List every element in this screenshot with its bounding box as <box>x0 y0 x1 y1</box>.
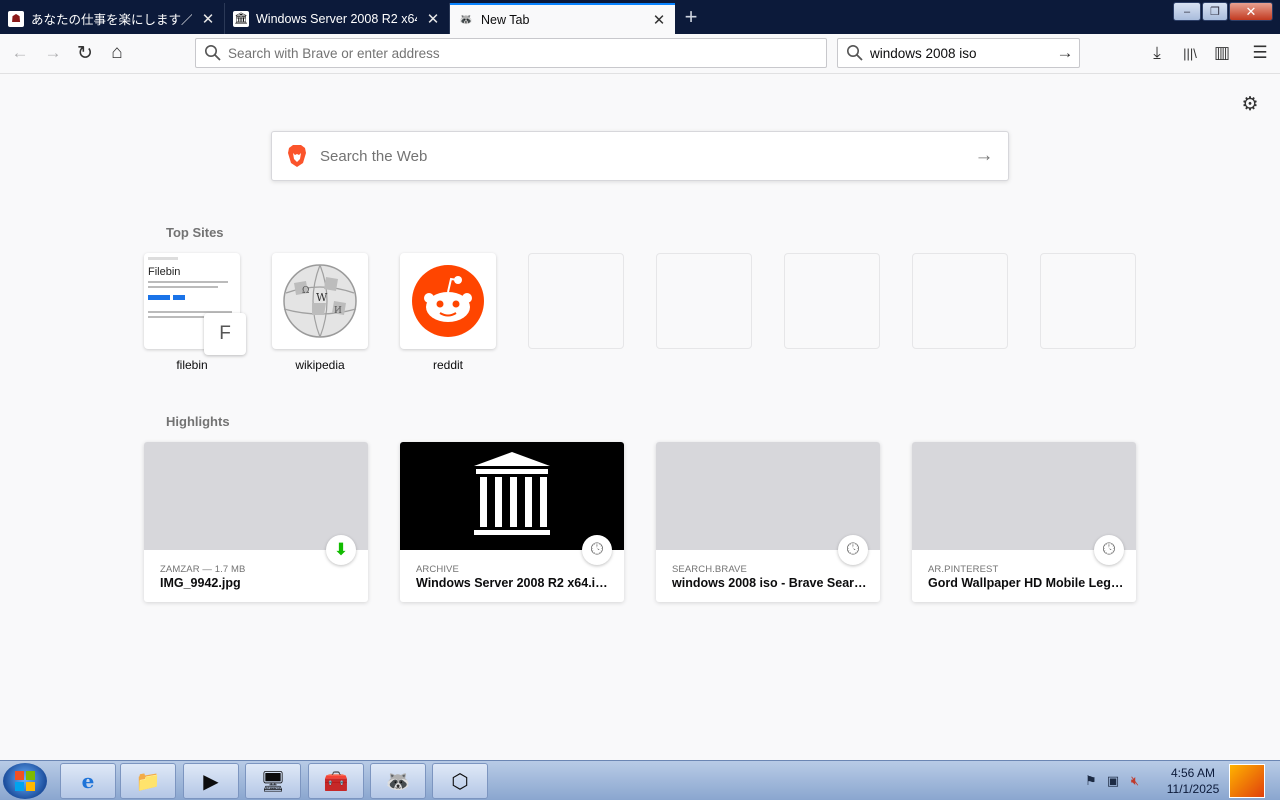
filebin-preview-title: Filebin <box>148 266 181 278</box>
search-icon <box>847 45 863 61</box>
show-desktop-button[interactable] <box>1229 764 1265 798</box>
windows-logo-icon <box>15 771 35 791</box>
clock-icon[interactable]: 🕓︎ <box>582 535 612 565</box>
tab-title: New Tab <box>481 12 530 27</box>
svg-text:W: W <box>316 291 328 304</box>
new-tab-button[interactable]: + <box>678 4 704 30</box>
web-search-box[interactable]: → <box>271 131 1009 181</box>
filebin-favicon-icon: ☗ <box>8 10 24 27</box>
web-search-input[interactable] <box>320 147 960 165</box>
top-site-empty[interactable] <box>784 253 880 349</box>
close-tab-icon[interactable]: ✕ <box>425 11 441 28</box>
tab-strip: ☗ あなたの仕事を楽にします／S ✕ 🏛 Windows Server 2008… <box>0 0 1280 34</box>
file-explorer-icon[interactable]: 📁 <box>120 763 176 799</box>
sidebar-button[interactable]: ▥ <box>1207 38 1237 68</box>
highlight-card[interactable]: 🕓︎ AR.PINTEREST Gord Wallpaper HD Mobile… <box>912 442 1136 602</box>
search-icon <box>205 45 221 61</box>
top-site-empty[interactable] <box>656 253 752 349</box>
clock-icon[interactable]: 🕓︎ <box>1094 535 1124 565</box>
tab-new-tab[interactable]: 🦝 New Tab ✕ <box>450 3 675 34</box>
downloads-button[interactable]: ⤓ <box>1142 38 1172 68</box>
close-window-button[interactable]: ✕ <box>1229 2 1273 21</box>
tab-title: あなたの仕事を楽にします／S <box>31 13 192 27</box>
tab-archive[interactable]: 🏛 Windows Server 2008 R2 x64.iso ✕ <box>225 3 450 34</box>
home-button[interactable]: ⌂ <box>102 38 132 68</box>
wikipedia-globe-icon: W Ω И <box>283 264 357 338</box>
top-site-label: filebin <box>176 358 208 372</box>
highlight-title: windows 2008 iso - Brave Search <box>672 576 868 590</box>
top-site-label: reddit <box>432 358 464 372</box>
forward-button[interactable]: → <box>38 38 68 68</box>
system-tray: ⚑ ▣ 🔇︎ <box>1080 761 1146 800</box>
highlight-title: Windows Server 2008 R2 x64.is... <box>416 576 612 590</box>
minimize-button[interactable]: – <box>1173 2 1201 21</box>
top-site-empty[interactable] <box>528 253 624 349</box>
windows-taskbar: e 📁 ▶ 🖥 🧰 🦝 ⬡ ⚑ ▣ 🔇︎ 4:56 AM 11/1/2025 <box>0 760 1280 800</box>
download-icon[interactable]: ⬇ <box>326 535 356 565</box>
network-icon[interactable]: ▣ <box>1102 773 1124 789</box>
highlight-title: Gord Wallpaper HD Mobile Lege... <box>928 576 1124 590</box>
tab-title: Windows Server 2008 R2 x64.iso <box>256 11 417 26</box>
highlight-thumbnail <box>912 442 1136 550</box>
highlight-source: ARCHIVE <box>416 564 459 575</box>
virtualbox-icon[interactable]: ⬡ <box>432 763 488 799</box>
reload-button[interactable]: ↻ <box>70 38 100 68</box>
clock-date: 11/1/2025 <box>1166 782 1220 796</box>
search-go-arrow-icon[interactable]: → <box>1051 43 1079 63</box>
highlight-thumbnail <box>144 442 368 550</box>
clock-time: 4:56 AM <box>1170 766 1216 780</box>
maximize-button[interactable]: ❐ <box>1202 2 1228 21</box>
start-button[interactable] <box>3 763 47 799</box>
window-controls: – ❐ ✕ <box>1172 2 1273 22</box>
top-site-label: wikipedia <box>295 358 345 372</box>
highlight-thumbnail <box>400 442 624 550</box>
svg-text:И: И <box>334 306 342 316</box>
menu-button[interactable]: ☰ <box>1245 38 1275 68</box>
back-button[interactable]: ← <box>5 38 35 68</box>
system-clock[interactable]: 4:56 AM 11/1/2025 <box>1160 765 1226 797</box>
highlight-title: IMG_9942.jpg <box>160 576 241 590</box>
volume-muted-icon[interactable]: 🔇︎ <box>1124 773 1146 789</box>
url-bar[interactable] <box>195 38 827 68</box>
internet-explorer-icon[interactable]: e <box>60 763 116 799</box>
toolbox-icon[interactable]: 🧰 <box>308 763 364 799</box>
top-site-reddit[interactable] <box>400 253 496 349</box>
svg-text:Ω: Ω <box>302 286 309 296</box>
url-input[interactable] <box>228 45 826 61</box>
highlight-thumbnail <box>656 442 880 550</box>
archive-favicon-icon: 🏛 <box>233 10 249 27</box>
top-site-empty[interactable] <box>1040 253 1136 349</box>
close-tab-icon[interactable]: ✕ <box>200 11 216 28</box>
highlight-card[interactable]: 🕓︎ SEARCH.BRAVE windows 2008 iso - Brave… <box>656 442 880 602</box>
brave-favicon-icon: 🦝 <box>459 14 473 26</box>
library-button[interactable]: |||\ <box>1175 38 1205 68</box>
highlights-heading[interactable]: Highlights <box>166 414 230 429</box>
action-center-flag-icon[interactable]: ⚑ <box>1080 773 1102 789</box>
raccoon-app-icon[interactable]: 🦝 <box>370 763 426 799</box>
top-site-wikipedia[interactable]: W Ω И <box>272 253 368 349</box>
settings-gear-icon[interactable]: ⚙ <box>1239 93 1261 115</box>
highlight-source: AR.PINTEREST <box>928 564 999 575</box>
highlight-card[interactable]: 🕓︎ ARCHIVE Windows Server 2008 R2 x64.is… <box>400 442 624 602</box>
nav-toolbar: ← → ↻ ⌂ → ⤓ |||\ ▥ ☰ <box>0 34 1280 74</box>
top-site-filebin[interactable]: Filebin F <box>144 253 246 355</box>
web-search-go-icon[interactable]: → <box>960 145 1008 167</box>
close-tab-icon[interactable]: ✕ <box>651 12 667 29</box>
highlight-card[interactable]: ⬇ ZAMZAR — 1.7 MB IMG_9942.jpg <box>144 442 368 602</box>
top-site-empty[interactable] <box>912 253 1008 349</box>
search-bar[interactable]: → <box>837 38 1080 68</box>
filebin-letter-badge: F <box>204 313 246 355</box>
clock-icon[interactable]: 🕓︎ <box>838 535 868 565</box>
reddit-alien-icon <box>412 265 484 337</box>
archive-building-icon <box>474 452 550 535</box>
search-input[interactable] <box>870 45 1051 61</box>
highlight-source: SEARCH.BRAVE <box>672 564 747 575</box>
top-sites-heading[interactable]: Top Sites <box>166 225 224 240</box>
brave-lion-icon <box>288 145 306 167</box>
highlight-source: ZAMZAR — 1.7 MB <box>160 564 246 575</box>
control-panel-icon[interactable]: 🖥 <box>245 763 301 799</box>
tab-filebin[interactable]: ☗ あなたの仕事を楽にします／S ✕ <box>0 3 225 34</box>
media-player-icon[interactable]: ▶ <box>183 763 239 799</box>
